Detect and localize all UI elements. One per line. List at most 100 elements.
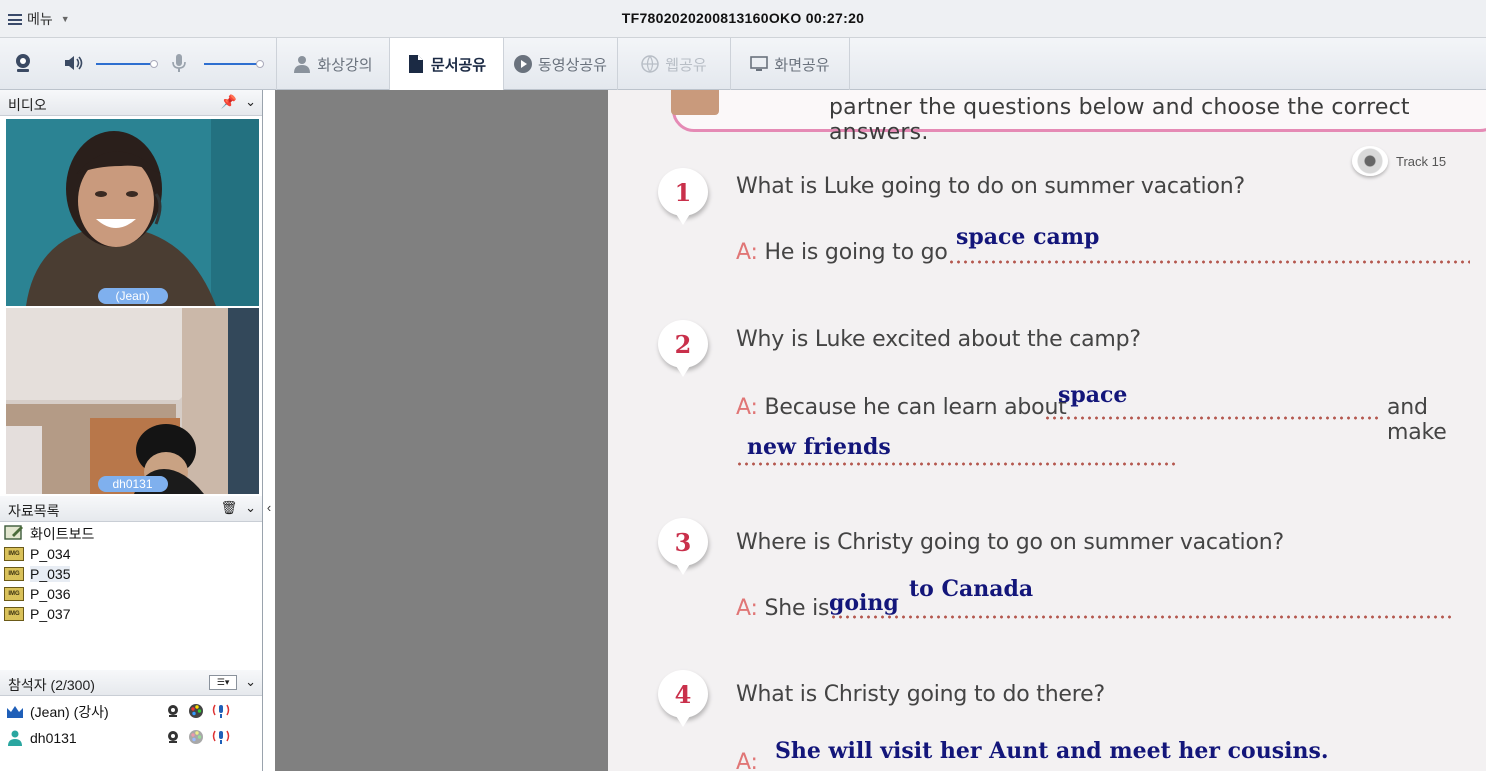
handwritten-answer: space camp — [956, 224, 1100, 250]
whiteboard-icon — [4, 524, 24, 543]
materials-panel-title: 자료목록 — [8, 503, 60, 519]
chevron-down-icon[interactable]: ⌄ — [245, 500, 256, 516]
banner-decoration — [671, 90, 719, 115]
microphone-icon[interactable] — [212, 728, 230, 749]
banner-text: partner the questions below and choose t… — [829, 95, 1410, 145]
answer-text: Because he can learn about — [764, 395, 1067, 420]
handwritten-answer: to Canada — [909, 576, 1034, 602]
mic-volume-slider[interactable] — [204, 60, 264, 68]
material-item-label: P_034 — [30, 545, 71, 562]
microphone-icon[interactable] — [168, 52, 190, 74]
answer-prefix: A: — [736, 240, 758, 265]
palette-icon[interactable] — [188, 703, 204, 722]
video-panel-header: 비디오 📌 ⌄ — [0, 90, 262, 116]
participants-panel-header: 참석자 (2/300) ☰▾ ⌄ — [0, 670, 262, 696]
handwritten-answer: going — [829, 590, 899, 616]
participants-panel-title: 참석자 (2/300) — [8, 677, 95, 693]
webcam-icon[interactable] — [166, 730, 180, 747]
student-video-feed — [6, 308, 259, 494]
image-file-icon: IMG — [4, 606, 24, 621]
question-number-badge: 4 — [658, 670, 708, 727]
material-item-p035[interactable]: IMG P_035 — [4, 564, 71, 583]
tab-document-share[interactable]: 문서공유 — [389, 38, 503, 90]
video-name-label: (Jean) — [97, 288, 168, 304]
left-panel: 비디오 📌 ⌄ (Jean) dh0131 자료목록 🗑 ⌄ 화이트보드 IMG… — [0, 90, 263, 771]
collapse-panel-chevron-icon[interactable]: ‹ — [263, 497, 275, 517]
question-text: What is Christy going to do there? — [736, 682, 1105, 707]
materials-panel-header: 자료목록 🗑 ⌄ — [0, 496, 262, 522]
material-item-p037[interactable]: IMG P_037 — [4, 604, 70, 623]
answer-line: A: Because he can learn about — [736, 395, 1067, 420]
crown-icon — [6, 705, 24, 719]
document-page: partner the questions below and choose t… — [608, 90, 1486, 771]
slider-knob[interactable] — [150, 60, 158, 68]
material-item-label: P_037 — [30, 605, 71, 622]
slider-knob[interactable] — [256, 60, 264, 68]
participant-name: dh0131 — [30, 730, 77, 746]
monitor-icon — [750, 55, 769, 73]
answer-prefix: A: — [736, 596, 758, 621]
handwritten-answer: She will visit her Aunt and meet her cou… — [775, 738, 1329, 764]
question-number-badge: 3 — [658, 518, 708, 575]
material-item-p034[interactable]: IMG P_034 — [4, 544, 70, 563]
handwritten-answer: new friends — [747, 434, 891, 460]
image-file-icon: IMG — [4, 546, 24, 561]
answer-line: A: He is going to go — [736, 240, 948, 265]
chevron-down-icon[interactable]: ⌄ — [245, 94, 256, 110]
audio-track[interactable]: Track 15 — [1352, 146, 1446, 176]
video-tile-student[interactable]: dh0131 — [6, 308, 259, 494]
answer-text: He is going to go — [764, 240, 948, 265]
tab-label: 화상강의 — [317, 56, 373, 74]
session-title: TF7802020200813160OKO 00:27:20 — [621, 10, 865, 26]
track-label: Track 15 — [1396, 153, 1447, 169]
answer-dotted-line — [948, 260, 1470, 264]
tab-web-share: 웹공유 — [617, 38, 730, 90]
material-item-label: P_035 — [30, 565, 71, 582]
instructor-video-feed — [6, 119, 259, 306]
participant-row[interactable]: dh0131 — [6, 727, 256, 749]
toolbar: 화상강의 문서공유 동영상공유 웹공유 화면공유 — [0, 38, 1486, 90]
question-text: Why is Luke excited about the camp? — [736, 327, 1141, 352]
answer-dotted-line — [830, 615, 1452, 619]
material-item-p036[interactable]: IMG P_036 — [4, 584, 70, 603]
palette-icon[interactable] — [188, 729, 204, 748]
play-icon — [513, 55, 532, 73]
answer-dotted-line — [736, 462, 1176, 466]
handwritten-answer: space — [1058, 382, 1128, 408]
speaker-icon[interactable] — [62, 52, 84, 74]
pin-icon[interactable]: 📌 — [221, 94, 237, 110]
tab-label: 화면공유 — [774, 56, 830, 74]
trash-icon[interactable]: 🗑 — [221, 500, 238, 516]
document-viewer-background — [275, 90, 608, 771]
chevron-down-icon[interactable]: ⌄ — [245, 674, 256, 690]
material-item-label: 화이트보드 — [30, 525, 95, 542]
answer-prefix: A: — [736, 750, 758, 771]
document-icon — [407, 55, 425, 73]
question-text: Where is Christy going to go on summer v… — [736, 530, 1284, 555]
image-file-icon: IMG — [4, 586, 24, 601]
speaker-volume-slider[interactable] — [96, 60, 158, 68]
participant-name: (Jean) (강사) — [30, 704, 109, 720]
image-file-icon: IMG — [4, 566, 24, 581]
material-item-label: P_036 — [30, 585, 71, 602]
video-name-label: dh0131 — [97, 476, 168, 492]
video-tile-instructor[interactable]: (Jean) — [6, 119, 259, 306]
tab-screen-share[interactable]: 화면공유 — [730, 38, 850, 90]
tab-label: 동영상공유 — [537, 56, 607, 74]
microphone-icon[interactable] — [212, 702, 230, 723]
list-view-icon[interactable]: ☰▾ — [209, 674, 238, 690]
title-bar: 메뉴 ▼ TF7802020200813160OKO 00:27:20 — [0, 0, 1486, 38]
answer-suffix: and make — [1387, 395, 1447, 445]
tab-video-lecture[interactable]: 화상강의 — [276, 38, 389, 90]
question-number-badge: 2 — [658, 320, 708, 377]
tab-video-share[interactable]: 동영상공유 — [503, 38, 617, 90]
question-number-badge: 1 — [658, 168, 708, 225]
webcam-icon[interactable] — [12, 52, 34, 74]
webcam-icon[interactable] — [166, 704, 180, 721]
participant-row[interactable]: (Jean) (강사) — [6, 701, 256, 723]
material-item-whiteboard[interactable]: 화이트보드 — [4, 524, 94, 543]
person-icon — [6, 730, 24, 746]
question-text: What is Luke going to do on summer vacat… — [736, 174, 1245, 199]
instruction-banner: partner the questions below and choose t… — [671, 90, 1486, 145]
answer-line: A: — [736, 750, 758, 771]
